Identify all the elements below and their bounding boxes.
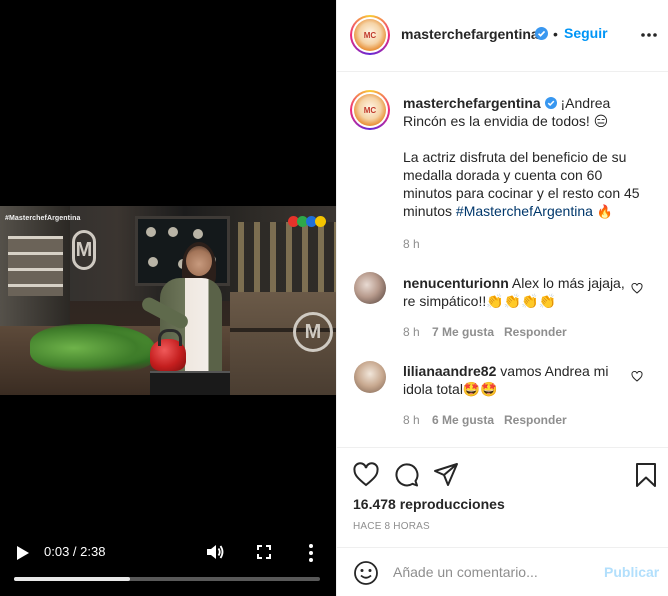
play-icon[interactable] — [16, 545, 30, 561]
add-comment-bar: Publicar — [337, 547, 668, 596]
comment-time[interactable]: 8 h — [403, 325, 420, 339]
stove — [150, 371, 230, 395]
post-side-panel: masterchefargentina • Seguir masterchefa… — [336, 0, 668, 596]
post-header: masterchefargentina • Seguir — [337, 0, 668, 72]
comment-reply-button[interactable]: Responder — [504, 413, 567, 427]
person-head — [186, 246, 212, 276]
verified-badge-icon — [535, 27, 548, 40]
red-kettle — [150, 329, 186, 371]
comment-likes[interactable]: 6 Me gusta — [432, 413, 494, 427]
more-vertical-icon[interactable] — [308, 543, 314, 563]
comment-time[interactable]: 8 h — [403, 413, 420, 427]
commenter-avatar[interactable] — [354, 361, 386, 393]
comment-input[interactable] — [393, 560, 593, 584]
comment-username[interactable]: lilianaandre82 — [403, 363, 496, 379]
comment-username[interactable]: nenucenturionn — [403, 275, 509, 291]
post-actions: 16.478 reproducciones HACE 8 HORAS — [337, 447, 668, 547]
masterchef-logo-right — [293, 312, 333, 352]
volume-icon[interactable] — [205, 543, 225, 561]
vegetables — [30, 324, 155, 372]
post-comment-button[interactable]: Publicar — [604, 564, 659, 580]
kitchen-shelf-left — [8, 236, 63, 296]
emoji-smiley-icon[interactable] — [353, 560, 379, 586]
comment-item: nenucenturionn Alex lo más jajaja, re si… — [403, 274, 631, 310]
like-heart-icon[interactable] — [353, 462, 379, 488]
comment-bubble-icon[interactable] — [393, 462, 419, 488]
save-bookmark-icon[interactable] — [633, 462, 659, 488]
fullscreen-icon[interactable] — [256, 544, 272, 560]
video-progress-bar[interactable] — [14, 577, 320, 581]
commenter-avatar[interactable] — [354, 272, 386, 304]
video-frame[interactable]: #MasterchefArgentina — [0, 206, 336, 395]
video-time: 0:03 / 2:38 — [44, 544, 106, 559]
kitchen-pillars — [238, 222, 336, 292]
comment-like-icon[interactable] — [631, 371, 643, 382]
comment-likes[interactable]: 7 Me gusta — [432, 325, 494, 339]
channel-logo-icon — [288, 216, 326, 228]
video-hashtag-overlay: #MasterchefArgentina — [5, 215, 81, 222]
caption-hashtag[interactable]: #MasterchefArgentina — [456, 203, 593, 219]
author-avatar[interactable] — [350, 15, 390, 55]
masterchef-logo-left — [72, 230, 96, 270]
comment-reply-button[interactable]: Responder — [504, 325, 567, 339]
video-progress-fill — [14, 577, 131, 581]
caption-author-avatar[interactable] — [350, 90, 390, 130]
author-username[interactable]: masterchefargentina — [401, 26, 539, 42]
more-options-icon[interactable] — [641, 33, 657, 37]
post-caption: masterchefargentina ¡Andrea Rincón es la… — [403, 94, 651, 240]
caption-time[interactable]: 8 h — [403, 237, 420, 251]
comment-like-icon[interactable] — [631, 283, 643, 294]
caption-verified-icon — [544, 97, 557, 109]
caption-fire-emoji: 🔥 — [596, 205, 613, 220]
share-paper-plane-icon[interactable] — [433, 462, 459, 488]
follow-button[interactable]: Seguir — [564, 25, 608, 41]
header-separator: • — [553, 26, 558, 42]
caption-username[interactable]: masterchefargentina — [403, 95, 541, 111]
post-timestamp[interactable]: HACE 8 HORAS — [353, 521, 430, 532]
video-player[interactable]: #MasterchefArgentina 0:03 / 2:38 — [0, 0, 336, 596]
video-controls: 0:03 / 2:38 — [0, 540, 336, 596]
view-count[interactable]: 16.478 reproducciones — [353, 496, 505, 512]
comment-item: lilianaandre82 vamos Andrea mi idola tot… — [403, 362, 631, 398]
